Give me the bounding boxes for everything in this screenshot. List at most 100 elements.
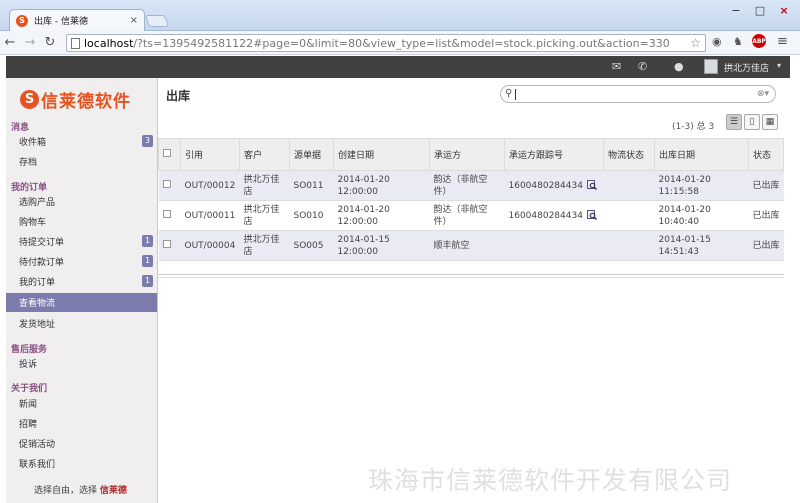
app-topbar: ✉ ✆ ● 拱北万佳店 ▾ <box>6 56 790 78</box>
footer-slogan: 选择自由，选择 <box>34 486 100 496</box>
search-input[interactable]: ⚲ ⊗▾ <box>500 85 776 103</box>
back-icon[interactable]: ← <box>0 35 20 50</box>
sidebar-item-label: 促销活动 <box>19 440 56 450</box>
cell-logistics-state <box>603 200 655 231</box>
row-checkbox[interactable] <box>162 179 171 188</box>
footer-brand[interactable]: 信莱德 <box>100 486 127 496</box>
sidebar: S 信莱德软件 消息 收件箱 3 存档 我的订单 选购产品 购物车 待提交订单 … <box>6 78 158 503</box>
sidebar-item-my-orders[interactable]: 我的订单 1 <box>6 272 157 291</box>
browser-titlebar: S 出库 - 信莱德 × − □ × <box>0 0 800 31</box>
address-bar[interactable]: localhost /?ts=1395492581122#page=0&limi… <box>66 34 706 52</box>
sidebar-item-browse-products[interactable]: 选购产品 <box>6 192 157 211</box>
cell-customer: 拱北万佳店 <box>239 200 290 231</box>
form-view-button[interactable]: ▯ <box>744 114 760 130</box>
table-row[interactable]: OUT/00012 拱北万佳店 SO011 2014-01-20 12:00:0… <box>158 170 784 201</box>
browser-tab[interactable]: S 出库 - 信莱德 × <box>9 9 145 31</box>
cell-created: 2014-01-15 12:00:00 <box>333 230 430 261</box>
row-checkbox-cell <box>158 200 181 231</box>
tab-close-icon[interactable]: × <box>130 15 138 26</box>
col-tracking[interactable]: 承运方跟踪号 <box>504 138 604 171</box>
sidebar-item-pending-submit[interactable]: 待提交订单 1 <box>6 232 157 251</box>
sidebar-item-label: 购物车 <box>19 218 47 228</box>
cell-logistics-state <box>603 230 655 261</box>
list-view-button[interactable]: ☰ <box>726 114 742 130</box>
sidebar-item-label: 存档 <box>19 158 38 168</box>
minimize-button[interactable]: − <box>728 4 744 17</box>
sidebar-item-contact[interactable]: 联系我们 <box>6 454 157 473</box>
col-customer[interactable]: 客户 <box>239 138 290 171</box>
user-name[interactable]: 拱北万佳店 <box>724 61 769 74</box>
row-checkbox-cell <box>158 230 181 261</box>
url-host: localhost <box>84 36 134 50</box>
menu-icon[interactable]: ≡ <box>777 34 788 49</box>
table-row[interactable]: OUT/00011 拱北万佳店 SO010 2014-01-20 12:00:0… <box>158 200 784 231</box>
sidebar-item-label: 投诉 <box>19 360 38 370</box>
cell-out-date: 2014-01-15 14:51:43 <box>654 230 749 261</box>
reload-icon[interactable]: ↻ <box>40 35 60 50</box>
notification-icon[interactable]: ● <box>674 60 684 73</box>
company-watermark: 珠海市信莱德软件开发有限公司 <box>368 466 733 495</box>
col-ref[interactable]: 引用 <box>180 138 240 171</box>
col-created[interactable]: 创建日期 <box>333 138 430 171</box>
cell-out-date: 2014-01-20 11:15:58 <box>654 170 749 201</box>
table-row[interactable]: OUT/00004 拱北万佳店 SO005 2014-01-15 12:00:0… <box>158 230 784 261</box>
sidebar-item-cart[interactable]: 购物车 <box>6 212 157 231</box>
cell-logistics-state <box>603 170 655 201</box>
user-menu-caret-icon[interactable]: ▾ <box>777 61 781 70</box>
sidebar-item-news[interactable]: 新闻 <box>6 394 157 413</box>
cell-tracking: 1600480284434 <box>504 170 604 201</box>
cell-state: 已出库 <box>748 230 784 261</box>
track-lookup-icon[interactable] <box>586 180 597 190</box>
row-checkbox[interactable] <box>162 209 171 218</box>
cell-source: SO011 <box>289 170 334 201</box>
sidebar-item-label: 招聘 <box>19 420 38 430</box>
sidebar-item-complaint[interactable]: 投诉 <box>6 354 157 373</box>
avatar[interactable] <box>704 59 718 74</box>
tracking-number: 1600480284434 <box>508 210 583 221</box>
sidebar-item-promotions[interactable]: 促销活动 <box>6 434 157 453</box>
new-tab-button[interactable] <box>144 15 170 27</box>
table-footer-divider <box>158 274 784 278</box>
search-options-icon[interactable]: ⊗▾ <box>757 89 769 99</box>
sidebar-item-inbox[interactable]: 收件箱 3 <box>6 132 157 151</box>
cell-created: 2014-01-20 12:00:00 <box>333 200 430 231</box>
row-checkbox-cell <box>158 170 181 201</box>
sidebar-item-label: 新闻 <box>19 400 38 410</box>
chat-icon[interactable]: ✆ <box>638 60 647 73</box>
sidebar-item-label: 待提交订单 <box>19 238 65 248</box>
evernote-icon[interactable]: ♞ <box>733 35 743 48</box>
sidebar-item-logistics[interactable]: 查看物流 <box>6 293 157 312</box>
sidebar-item-jobs[interactable]: 招聘 <box>6 414 157 433</box>
browser-toolbar: ← → ↻ localhost /?ts=1395492581122#page=… <box>0 31 800 55</box>
logo[interactable]: S 信莱德软件 <box>20 87 131 112</box>
count-badge: 1 <box>142 255 153 267</box>
cell-ref: OUT/00011 <box>180 200 240 231</box>
sidebar-item-pending-payment[interactable]: 待付款订单 1 <box>6 252 157 271</box>
extension-icon[interactable]: ◉ <box>712 35 722 48</box>
url-path: /?ts=1395492581122#page=0&limit=80&view_… <box>133 36 670 50</box>
forward-icon[interactable]: → <box>20 35 40 50</box>
adblock-icon[interactable]: ABP <box>752 34 766 48</box>
track-lookup-icon[interactable] <box>586 210 597 220</box>
count-badge: 3 <box>142 135 153 147</box>
bookmark-star-icon[interactable]: ☆ <box>690 36 701 50</box>
maximize-button[interactable]: □ <box>752 4 768 17</box>
col-logistics-state[interactable]: 物流状态 <box>603 138 655 171</box>
row-checkbox[interactable] <box>162 239 171 248</box>
logo-icon: S <box>20 90 39 109</box>
mail-icon[interactable]: ✉ <box>612 60 621 73</box>
col-source[interactable]: 源单据 <box>289 138 334 171</box>
sidebar-item-label: 发货地址 <box>19 320 56 330</box>
sidebar-item-shipping-address[interactable]: 发货地址 <box>6 314 157 333</box>
favicon-icon: S <box>16 14 28 27</box>
close-window-button[interactable]: × <box>776 4 792 17</box>
calendar-view-button[interactable]: ▦ <box>762 114 778 130</box>
col-state[interactable]: 状态 <box>748 138 784 171</box>
col-out-date[interactable]: 出库日期 <box>654 138 749 171</box>
cell-carrier: 韵达（非航空件） <box>429 170 505 201</box>
select-all-checkbox[interactable] <box>163 149 171 157</box>
cell-source: SO005 <box>289 230 334 261</box>
col-carrier[interactable]: 承运方 <box>429 138 505 171</box>
pager: (1-3) 总 3 <box>672 122 715 132</box>
sidebar-item-archive[interactable]: 存档 <box>6 152 157 171</box>
